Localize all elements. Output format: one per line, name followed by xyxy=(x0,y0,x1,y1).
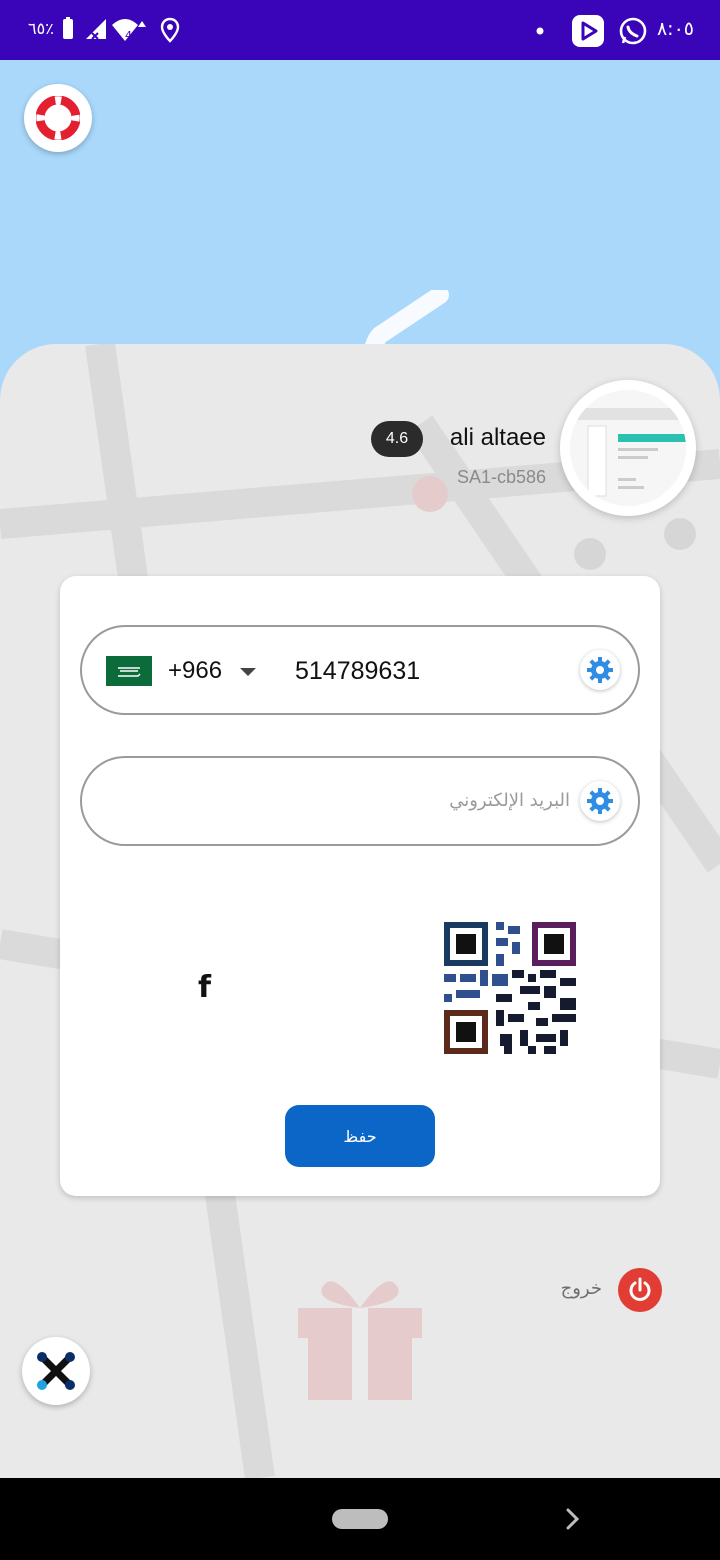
app-logo-icon xyxy=(37,1352,75,1390)
whatsapp-icon xyxy=(619,17,647,45)
profile-card: +966 514789631 البريد الإلكتروني f حفظ xyxy=(60,576,660,1196)
phone-settings-button[interactable] xyxy=(580,650,620,690)
country-code[interactable]: +966 xyxy=(168,657,222,685)
gear-icon xyxy=(587,788,613,814)
no-signal-icon xyxy=(86,19,106,40)
phone-input[interactable]: 514789631 xyxy=(295,657,420,686)
save-button[interactable]: حفظ xyxy=(285,1105,435,1167)
avatar[interactable] xyxy=(560,380,696,516)
battery-percent: ٦٥٪ xyxy=(28,19,54,38)
lifebuoy-icon xyxy=(36,96,80,140)
power-icon xyxy=(618,1268,662,1312)
chevron-down-icon[interactable] xyxy=(240,668,256,676)
home-gesture-handle[interactable] xyxy=(332,1509,388,1529)
clock: ٨:٠٥ xyxy=(656,18,694,40)
wifi-icon: 4 xyxy=(112,19,146,42)
chevron-right-icon[interactable] xyxy=(564,1506,582,1532)
rating-badge: 4.6 xyxy=(371,421,423,457)
play-icon xyxy=(572,15,604,47)
help-button[interactable] xyxy=(24,84,92,152)
navigation-bar xyxy=(0,1478,720,1560)
saudi-flag-icon[interactable] xyxy=(106,656,152,686)
notification-dot-icon xyxy=(536,27,544,35)
qr-code-icon[interactable] xyxy=(444,922,576,1054)
facebook-icon[interactable]: f xyxy=(198,970,222,1005)
phone-field[interactable]: +966 514789631 xyxy=(80,625,640,715)
status-bar: ٦٥٪ 4 ٨:٠٥ xyxy=(0,0,720,60)
email-placeholder: البريد الإلكتروني xyxy=(449,790,570,811)
logout-label: خروج xyxy=(560,1278,602,1299)
gift-icon xyxy=(298,1281,422,1400)
avatar-image xyxy=(570,390,686,506)
email-field[interactable]: البريد الإلكتروني xyxy=(80,756,640,846)
battery-icon xyxy=(63,17,73,39)
user-name: ali altaee xyxy=(449,424,546,451)
email-settings-button[interactable] xyxy=(580,781,620,821)
gear-icon xyxy=(587,657,613,683)
user-code: SA1-cb586 xyxy=(456,467,546,487)
app-logo-button[interactable] xyxy=(22,1337,90,1405)
logout-button[interactable]: خروج xyxy=(550,1268,662,1312)
svg-text:4: 4 xyxy=(125,29,132,42)
location-icon xyxy=(160,17,180,43)
